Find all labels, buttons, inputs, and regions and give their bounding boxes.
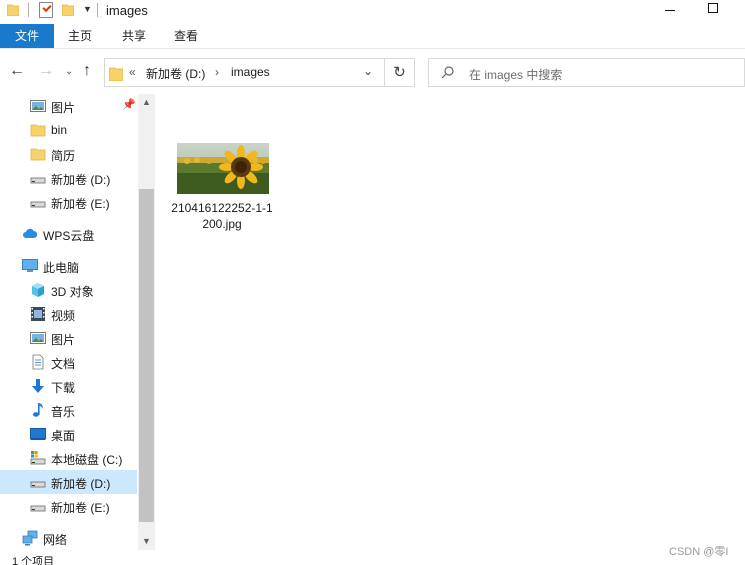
sidebar-item-videos[interactable]: 视频 [0, 302, 137, 326]
sidebar-item-label: 视频 [51, 309, 76, 323]
sidebar-item-label: 音乐 [51, 405, 76, 419]
pictures-icon [30, 100, 46, 112]
title-bar: ▼ images [0, 0, 745, 22]
search-input[interactable]: 在 images 中搜索 [428, 58, 745, 87]
sidebar-item-resume[interactable]: 简历 [0, 142, 137, 166]
sidebar-item-3d-objects[interactable]: 3D 对象 [0, 278, 137, 302]
sidebar-item-label: 本地磁盘 (C:) [51, 453, 123, 467]
folder-icon [30, 148, 46, 161]
downloads-icon [32, 379, 44, 393]
sidebar-item-this-pc[interactable]: 此电脑 [0, 254, 137, 278]
file-list: 210416122252-1-1200.jpg [157, 94, 745, 550]
music-icon [33, 403, 43, 417]
up-button[interactable]: ↑ [83, 62, 91, 80]
file-item[interactable]: 210416122252-1-1200.jpg [171, 142, 273, 236]
sidebar-item-drive-e-quick[interactable]: 新加卷 (E:) [0, 190, 137, 214]
toolbar-separator [97, 3, 98, 17]
drive-icon [30, 505, 46, 512]
overflow-chevron[interactable]: « [129, 65, 136, 79]
properties-icon[interactable] [39, 2, 53, 18]
navigation-pane: 图片 📌 bin 简历 新加卷 (D:) 新加卷 (E:) WPS云盘 此电脑 … [0, 94, 137, 550]
pictures-icon [30, 332, 46, 344]
customize-toolbar-icon[interactable]: ▼ [83, 4, 92, 14]
sidebar-item-label: 图片 [51, 101, 76, 115]
breadcrumb-segment[interactable]: 新加卷 (D:) [146, 65, 205, 82]
toolbar-separator [28, 3, 29, 17]
sidebar-item-drive-e[interactable]: 新加卷 (E:) [0, 494, 137, 518]
drive-icon [30, 481, 46, 488]
tab-view[interactable]: 查看 [164, 24, 208, 48]
maximize-icon [708, 3, 718, 13]
ribbon-tabs: 文件 主页 共享 查看 [0, 24, 745, 49]
folder-icon [30, 124, 46, 137]
sidebar-item-pictures-quick[interactable]: 图片 📌 [0, 94, 137, 118]
desktop-icon [30, 428, 46, 440]
scrollbar-thumb[interactable] [139, 189, 154, 522]
search-placeholder: 在 images 中搜索 [469, 68, 563, 82]
sidebar-item-label: bin [51, 123, 68, 137]
sidebar-item-label: 图片 [51, 333, 76, 347]
sidebar-item-drive-d[interactable]: 新加卷 (D:) [0, 470, 137, 494]
computer-icon [22, 259, 38, 272]
drive-icon [30, 177, 46, 184]
sidebar-item-documents[interactable]: 文档 [0, 350, 137, 374]
back-button[interactable]: ← [9, 62, 25, 80]
refresh-button[interactable]: ↻ [385, 58, 415, 87]
sidebar-item-music[interactable]: 音乐 [0, 398, 137, 422]
sidebar-item-downloads[interactable]: 下载 [0, 374, 137, 398]
watermark: CSDN @零I [669, 546, 729, 558]
tab-share[interactable]: 共享 [112, 24, 156, 48]
sidebar-item-label: 文档 [51, 357, 76, 371]
chevron-right-icon[interactable]: › [215, 65, 219, 79]
3d-objects-icon [32, 283, 44, 297]
scroll-up-icon[interactable]: ▲ [138, 94, 155, 111]
sidebar-item-pictures[interactable]: 图片 [0, 326, 137, 350]
tab-home[interactable]: 主页 [58, 24, 102, 48]
sidebar-item-wps-cloud[interactable]: WPS云盘 [0, 222, 137, 246]
sunflower-thumbnail [177, 143, 269, 194]
sidebar-item-drive-d-quick[interactable]: 新加卷 (D:) [0, 166, 137, 190]
sidebar-item-label: 桌面 [51, 429, 76, 443]
window-title: images [106, 3, 148, 18]
pin-icon[interactable]: 📌 [122, 98, 136, 111]
folder-icon [109, 67, 123, 81]
tab-file[interactable]: 文件 [0, 24, 54, 48]
sidebar-item-label: 此电脑 [43, 261, 80, 275]
search-icon [441, 66, 454, 79]
sidebar-item-label: 新加卷 (E:) [51, 197, 110, 211]
address-bar[interactable]: « 新加卷 (D:) › images ⌄ [104, 58, 385, 87]
minimize-icon [665, 10, 675, 11]
sidebar-item-drive-c[interactable]: 本地磁盘 (C:) [0, 446, 137, 470]
sidebar-item-label: 网络 [43, 533, 68, 547]
address-row: ← → ⌄ ↑ « 新加卷 (D:) › images ⌄ ↻ 在 images… [0, 58, 745, 88]
system-drive-icon [30, 451, 46, 465]
sidebar-item-label: 新加卷 (D:) [51, 173, 111, 187]
status-item-count: 1 个项目 [12, 556, 55, 565]
sidebar-item-network[interactable]: 网络 [0, 526, 137, 550]
sidebar-item-label: 下载 [51, 381, 76, 395]
file-name: 210416122252-1-1200.jpg [171, 201, 273, 231]
videos-icon [31, 307, 45, 321]
sidebar-item-label: 简历 [51, 149, 76, 163]
minimize-button[interactable] [647, 0, 693, 22]
cloud-icon [23, 228, 38, 238]
sidebar-item-label: WPS云盘 [43, 229, 95, 243]
recent-locations-button[interactable]: ⌄ [65, 66, 73, 77]
sidebar-scrollbar[interactable]: ▲ ▼ [138, 94, 155, 550]
new-folder-icon[interactable] [62, 3, 74, 16]
drive-icon [30, 201, 46, 208]
sidebar-item-bin[interactable]: bin [0, 118, 137, 142]
network-icon [22, 530, 38, 546]
forward-button[interactable]: → [38, 62, 54, 80]
scroll-down-icon[interactable]: ▼ [138, 533, 155, 550]
chevron-down-icon[interactable]: ⌄ [363, 64, 373, 78]
sidebar-item-label: 3D 对象 [51, 285, 94, 299]
folder-icon[interactable] [7, 3, 19, 16]
documents-icon [32, 354, 44, 370]
breadcrumb-segment[interactable]: images [231, 65, 270, 79]
sidebar-item-label: 新加卷 (D:) [51, 477, 111, 491]
sidebar-item-label: 新加卷 (E:) [51, 501, 110, 515]
sidebar-item-desktop[interactable]: 桌面 [0, 422, 137, 446]
